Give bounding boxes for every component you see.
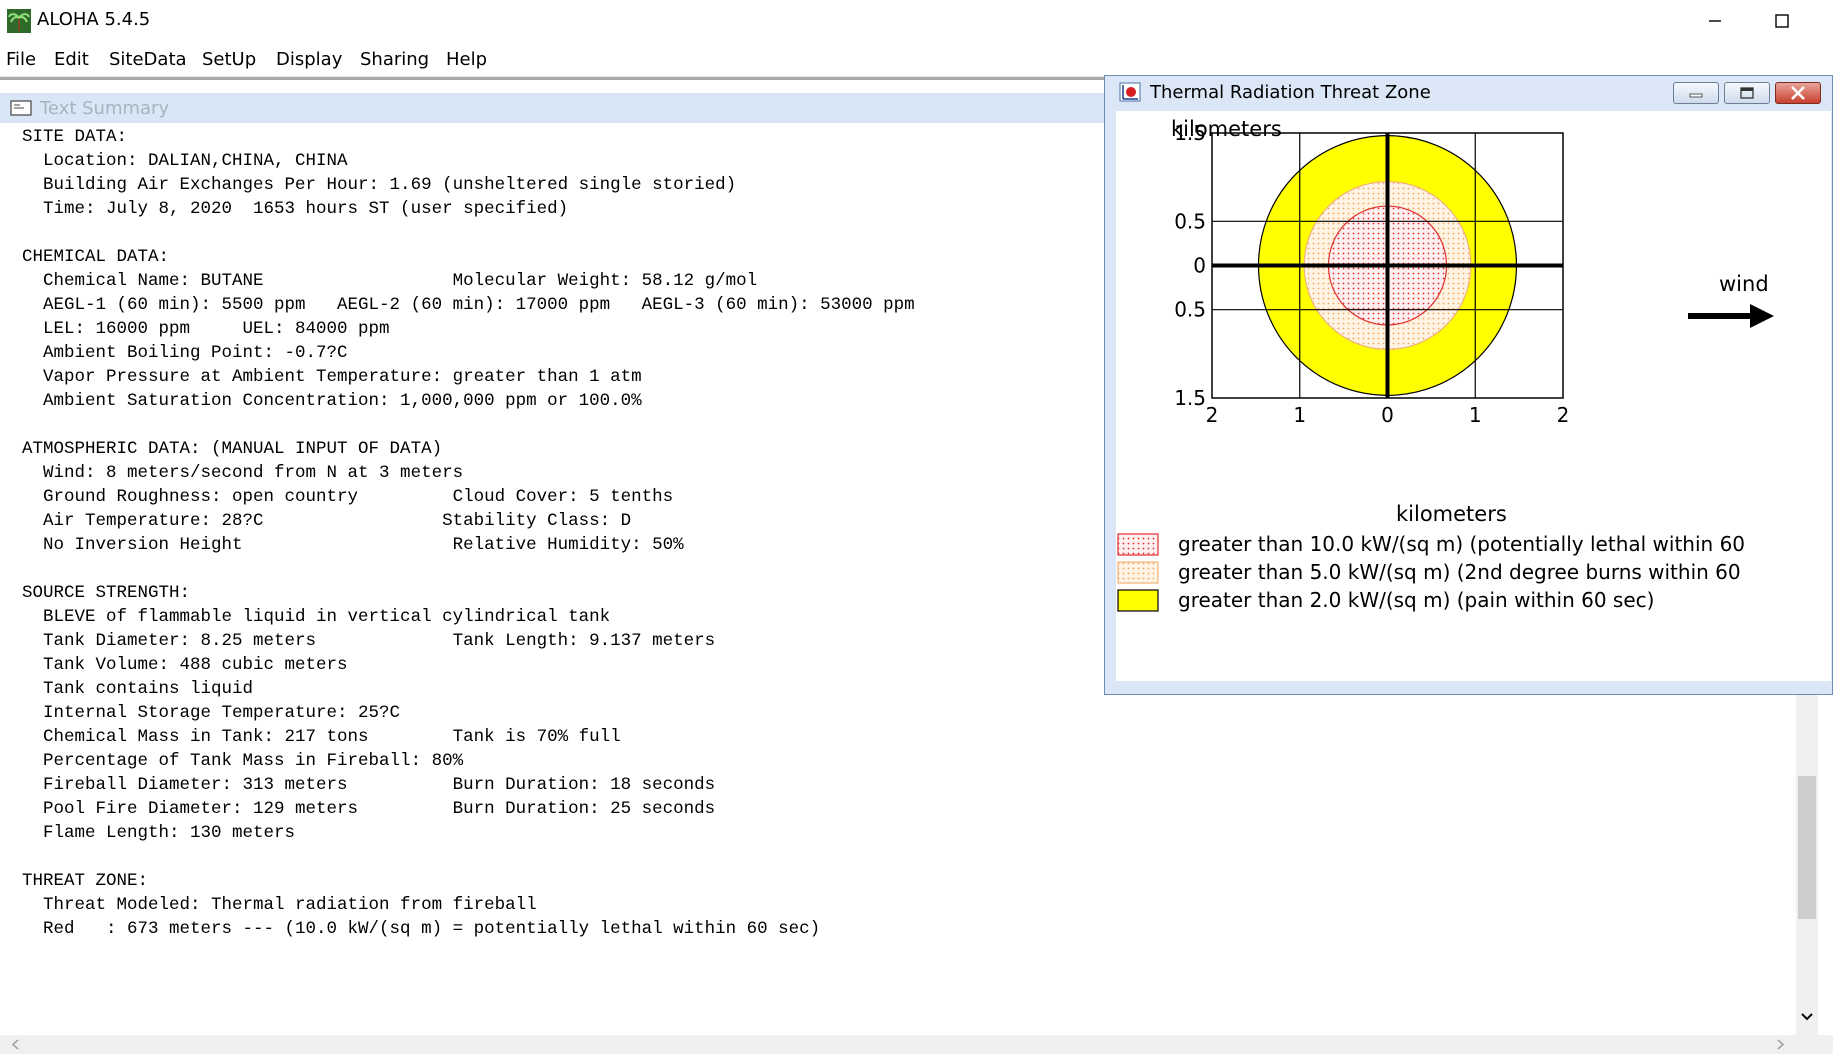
x-axis-label: kilometers xyxy=(1396,502,1507,526)
menu-sharing[interactable]: Sharing xyxy=(360,49,429,70)
summary-line: BLEVE of flammable liquid in vertical cy… xyxy=(22,607,611,627)
scroll-right-arrow-icon[interactable] xyxy=(1770,1035,1790,1054)
summary-line: Tank Volume: 488 cubic meters xyxy=(22,655,348,675)
summary-line: Ambient Boiling Point: -0.7?C xyxy=(22,343,348,363)
wind-arrow-icon xyxy=(1688,304,1774,328)
legend-swatch-red xyxy=(1117,533,1159,556)
app-titlebar: ALOHA 5.4.5 xyxy=(0,0,1833,44)
wind-label: wind xyxy=(1719,272,1769,296)
summary-line: Flame Length: 130 meters xyxy=(22,823,296,843)
summary-line: SITE DATA: xyxy=(22,127,128,147)
window-close-button[interactable] xyxy=(1775,82,1821,104)
summary-line: Percentage of Tank Mass in Fireball: 80% xyxy=(22,751,464,771)
summary-line: Time: July 8, 2020 1653 hours ST (user s… xyxy=(22,199,569,219)
x-tick-label: 1 xyxy=(1293,403,1306,427)
text-document-icon xyxy=(10,100,32,116)
text-summary-content: SITE DATA: Location: DALIAN,CHINA, CHINA… xyxy=(22,125,915,941)
y-tick-label: 0 xyxy=(1193,254,1206,278)
legend-label-orange: greater than 5.0 kW/(sq m) (2nd degree b… xyxy=(1178,560,1741,584)
minimize-icon[interactable] xyxy=(1690,4,1740,38)
summary-line: Vapor Pressure at Ambient Temperature: g… xyxy=(22,367,642,387)
maximize-icon[interactable] xyxy=(1757,4,1807,38)
y-axis-label: kilometers xyxy=(1171,117,1282,141)
summary-line: Location: DALIAN,CHINA, CHINA xyxy=(22,151,348,171)
legend-label-yellow: greater than 2.0 kW/(sq m) (pain within … xyxy=(1178,588,1654,612)
summary-line: SOURCE STRENGTH: xyxy=(22,583,191,603)
menu-file[interactable]: File xyxy=(6,49,36,70)
x-tick-label: 2 xyxy=(1557,403,1570,427)
threat-zone-title: Thermal Radiation Threat Zone xyxy=(1150,82,1431,103)
summary-line: Air Temperature: 28?C Stability Class: D xyxy=(22,511,632,531)
summary-line: Chemical Mass in Tank: 217 tons Tank is … xyxy=(22,727,621,747)
summary-line: Internal Storage Temperature: 25?C xyxy=(22,703,401,723)
menu-edit[interactable]: Edit xyxy=(54,49,89,70)
summary-line: THREAT ZONE: xyxy=(22,871,149,891)
x-tick-label: 1 xyxy=(1469,403,1482,427)
summary-line: AEGL-1 (60 min): 5500 ppm AEGL-2 (60 min… xyxy=(22,295,915,315)
y-tick-label: 0.5 xyxy=(1174,209,1206,233)
summary-line: Tank contains liquid xyxy=(22,679,254,699)
close-icon xyxy=(1791,86,1805,100)
summary-line: Chemical Name: BUTANE Molecular Weight: … xyxy=(22,271,758,291)
app-title: ALOHA 5.4.5 xyxy=(37,9,151,30)
summary-line: Wind: 8 meters/second from N at 3 meters xyxy=(22,463,464,483)
x-tick-label: 0 xyxy=(1381,403,1394,427)
x-tick-label: 2 xyxy=(1206,403,1219,427)
scroll-left-arrow-icon[interactable] xyxy=(6,1035,26,1054)
legend-swatch-orange xyxy=(1117,561,1159,584)
menu-setup[interactable]: SetUp xyxy=(202,49,256,70)
summary-line: Red : 673 meters --- (10.0 kW/(sq m) = p… xyxy=(22,919,821,939)
threat-zone-icon xyxy=(1119,82,1141,102)
window-minimize-button[interactable] xyxy=(1673,82,1719,104)
summary-line: ATMOSPHERIC DATA: (MANUAL INPUT OF DATA) xyxy=(22,439,443,459)
threat-zone-plot-area: 1.5 0.5 0 0.5 1.5 2 1 0 1 2 kilometers kilometers… xyxy=(1116,111,1831,681)
horizontal-scrollbar[interactable] xyxy=(0,1035,1833,1054)
legend-label-red: greater than 10.0 kW/(sq m) (potentially… xyxy=(1178,532,1745,556)
scroll-down-arrow-icon[interactable] xyxy=(1796,1005,1818,1029)
summary-line: Ambient Saturation Concentration: 1,000,… xyxy=(22,391,642,411)
menu-display[interactable]: Display xyxy=(276,49,342,70)
minimize-icon xyxy=(1689,93,1703,98)
threat-zone-titlebar[interactable]: Thermal Radiation Threat Zone xyxy=(1105,76,1833,109)
restore-icon xyxy=(1740,87,1754,99)
menu-help[interactable]: Help xyxy=(446,49,487,70)
palm-tree-icon xyxy=(7,9,31,33)
threat-zone-chart: 1.50.500.51.52 1 0 1 2 kilometers kilometers… xyxy=(1117,117,1774,612)
summary-line: Pool Fire Diameter: 129 meters Burn Dura… xyxy=(22,799,716,819)
summary-line: Building Air Exchanges Per Hour: 1.69 (u… xyxy=(22,175,737,195)
scrollbar-thumb[interactable] xyxy=(1798,776,1816,919)
summary-line: CHEMICAL DATA: xyxy=(22,247,170,267)
y-tick-label: 1.5 xyxy=(1174,386,1206,410)
threat-zone-window: Thermal Radiation Threat Zone 1.5 0.5 0 0.5… xyxy=(1104,75,1833,695)
summary-line: No Inversion Height Relative Humidity: 5… xyxy=(22,535,684,555)
summary-line: Ground Roughness: open country Cloud Cov… xyxy=(22,487,674,507)
y-tick-label: 0.5 xyxy=(1174,298,1206,322)
text-summary-title: Text Summary xyxy=(40,98,170,119)
summary-line: Fireball Diameter: 313 meters Burn Durat… xyxy=(22,775,716,795)
menu-bar: File Edit SiteData SetUp Display Sharing… xyxy=(0,44,1833,77)
summary-line: Threat Modeled: Thermal radiation from f… xyxy=(22,895,537,915)
summary-line: Tank Diameter: 8.25 meters Tank Length: … xyxy=(22,631,716,651)
vertical-scrollbar[interactable] xyxy=(1796,680,1818,1035)
window-restore-button[interactable] xyxy=(1724,82,1770,104)
legend-swatch-yellow xyxy=(1117,589,1159,612)
menu-sitedata[interactable]: SiteData xyxy=(109,49,187,70)
summary-line: LEL: 16000 ppm UEL: 84000 ppm xyxy=(22,319,390,339)
